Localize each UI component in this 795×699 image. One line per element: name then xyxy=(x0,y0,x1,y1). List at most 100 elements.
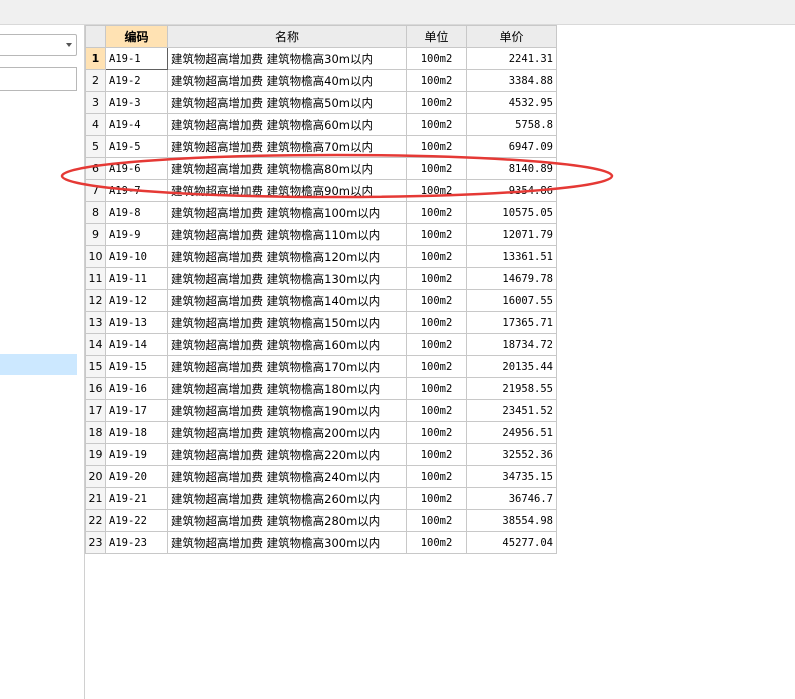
price-cell[interactable]: 14679.78 xyxy=(466,267,557,290)
price-cell[interactable]: 13361.51 xyxy=(466,245,557,268)
code-cell[interactable]: A19-8 xyxy=(105,201,168,224)
name-cell[interactable]: 建筑物超高增加费 建筑物檐高60m以内 xyxy=(167,113,407,136)
price-cell[interactable]: 6947.09 xyxy=(466,135,557,158)
table-row[interactable]: 9 A19-9 建筑物超高增加费 建筑物檐高110m以内 100m2 12071.79 xyxy=(85,223,557,246)
table-row[interactable]: 6 A19-6 建筑物超高增加费 建筑物檐高80m以内 100m2 8140.89 xyxy=(85,157,557,180)
name-cell[interactable]: 建筑物超高增加费 建筑物檐高50m以内 xyxy=(167,91,407,114)
row-number[interactable]: 9 xyxy=(85,223,106,246)
table-row[interactable]: 10 A19-10 建筑物超高增加费 建筑物檐高120m以内 100m2 13361.5… xyxy=(85,245,557,268)
unit-cell[interactable]: 100m2 xyxy=(406,487,467,510)
row-number[interactable]: 15 xyxy=(85,355,106,378)
table-row[interactable]: 11 A19-11 建筑物超高增加费 建筑物檐高130m以内 100m2 14679.7… xyxy=(85,267,557,290)
table-row[interactable]: 16 A19-16 建筑物超高增加费 建筑物檐高180m以内 100m2 21958.5… xyxy=(85,377,557,400)
name-cell[interactable]: 建筑物超高增加费 建筑物檐高280m以内 xyxy=(167,509,407,532)
name-cell[interactable]: 建筑物超高增加费 建筑物檐高30m以内 xyxy=(167,47,407,70)
name-cell[interactable]: 建筑物超高增加费 建筑物檐高90m以内 xyxy=(167,179,407,202)
code-cell[interactable]: A19-9 xyxy=(105,223,168,246)
code-cell[interactable]: A19-3 xyxy=(105,91,168,114)
table-row[interactable]: 2 A19-2 建筑物超高增加费 建筑物檐高40m以内 100m2 3384.88 xyxy=(85,69,557,92)
row-number[interactable]: 12 xyxy=(85,289,106,312)
price-cell[interactable]: 16007.55 xyxy=(466,289,557,312)
name-cell[interactable]: 建筑物超高增加费 建筑物檐高160m以内 xyxy=(167,333,407,356)
table-row[interactable]: 17 A19-17 建筑物超高增加费 建筑物檐高190m以内 100m2 23451.5… xyxy=(85,399,557,422)
code-cell[interactable]: A19-11 xyxy=(105,267,168,290)
unit-cell[interactable]: 100m2 xyxy=(406,91,467,114)
unit-cell[interactable]: 100m2 xyxy=(406,157,467,180)
code-cell[interactable]: A19-22 xyxy=(105,509,168,532)
price-cell[interactable]: 10575.05 xyxy=(466,201,557,224)
name-cell[interactable]: 建筑物超高增加费 建筑物檐高130m以内 xyxy=(167,267,407,290)
price-cell[interactable]: 20135.44 xyxy=(466,355,557,378)
row-number[interactable]: 7 xyxy=(85,179,106,202)
row-number[interactable]: 13 xyxy=(85,311,106,334)
unit-cell[interactable]: 100m2 xyxy=(406,399,467,422)
code-cell[interactable]: A19-6 xyxy=(105,157,168,180)
price-cell[interactable]: 24956.51 xyxy=(466,421,557,444)
name-cell[interactable]: 建筑物超高增加费 建筑物檐高200m以内 xyxy=(167,421,407,444)
unit-cell[interactable]: 100m2 xyxy=(406,223,467,246)
code-cell[interactable]: A19-19 xyxy=(105,443,168,466)
code-cell[interactable]: A19-7 xyxy=(105,179,168,202)
row-number[interactable]: 6 xyxy=(85,157,106,180)
column-header-code[interactable]: 编码 xyxy=(105,25,168,48)
code-cell[interactable]: A19-13 xyxy=(105,311,168,334)
price-cell[interactable]: 45277.04 xyxy=(466,531,557,554)
price-cell[interactable]: 38554.98 xyxy=(466,509,557,532)
name-cell[interactable]: 建筑物超高增加费 建筑物檐高300m以内 xyxy=(167,531,407,554)
column-header-unit[interactable]: 单位 xyxy=(406,25,467,48)
unit-cell[interactable]: 100m2 xyxy=(406,201,467,224)
price-cell[interactable]: 3384.88 xyxy=(466,69,557,92)
name-cell[interactable]: 建筑物超高增加费 建筑物檐高40m以内 xyxy=(167,69,407,92)
row-number[interactable]: 3 xyxy=(85,91,106,114)
search-input[interactable] xyxy=(0,67,77,91)
name-cell[interactable]: 建筑物超高增加费 建筑物檐高220m以内 xyxy=(167,443,407,466)
row-number[interactable]: 8 xyxy=(85,201,106,224)
row-number[interactable]: 16 xyxy=(85,377,106,400)
price-cell[interactable]: 23451.52 xyxy=(466,399,557,422)
price-cell[interactable]: 8140.89 xyxy=(466,157,557,180)
category-dropdown[interactable] xyxy=(0,34,77,56)
unit-cell[interactable]: 100m2 xyxy=(406,179,467,202)
row-number[interactable]: 4 xyxy=(85,113,106,136)
code-cell[interactable]: A19-16 xyxy=(105,377,168,400)
column-header-price[interactable]: 单价 xyxy=(466,25,557,48)
row-number[interactable]: 17 xyxy=(85,399,106,422)
code-cell[interactable]: A19-23 xyxy=(105,531,168,554)
unit-cell[interactable]: 100m2 xyxy=(406,69,467,92)
unit-cell[interactable]: 100m2 xyxy=(406,47,467,70)
table-row[interactable]: 23 A19-23 建筑物超高增加费 建筑物檐高300m以内 100m2 45277.0… xyxy=(85,531,557,554)
price-cell[interactable]: 9354.86 xyxy=(466,179,557,202)
table-row[interactable]: 4 A19-4 建筑物超高增加费 建筑物檐高60m以内 100m2 5758.8 xyxy=(85,113,557,136)
row-number[interactable]: 5 xyxy=(85,135,106,158)
code-cell[interactable]: A19-18 xyxy=(105,421,168,444)
name-cell[interactable]: 建筑物超高增加费 建筑物檐高100m以内 xyxy=(167,201,407,224)
unit-cell[interactable]: 100m2 xyxy=(406,135,467,158)
price-cell[interactable]: 5758.8 xyxy=(466,113,557,136)
code-cell[interactable]: A19-1 xyxy=(105,47,168,70)
unit-cell[interactable]: 100m2 xyxy=(406,113,467,136)
table-row[interactable]: 14 A19-14 建筑物超高增加费 建筑物檐高160m以内 100m2 18734.7… xyxy=(85,333,557,356)
name-cell[interactable]: 建筑物超高增加费 建筑物檐高150m以内 xyxy=(167,311,407,334)
price-cell[interactable]: 36746.7 xyxy=(466,487,557,510)
table-row[interactable]: 21 A19-21 建筑物超高增加费 建筑物檐高260m以内 100m2 36746.7 xyxy=(85,487,557,510)
unit-cell[interactable]: 100m2 xyxy=(406,443,467,466)
code-cell[interactable]: A19-14 xyxy=(105,333,168,356)
unit-cell[interactable]: 100m2 xyxy=(406,465,467,488)
price-cell[interactable]: 21958.55 xyxy=(466,377,557,400)
table-row[interactable]: 12 A19-12 建筑物超高增加费 建筑物檐高140m以内 100m2 16007.5… xyxy=(85,289,557,312)
price-cell[interactable]: 12071.79 xyxy=(466,223,557,246)
price-cell[interactable]: 18734.72 xyxy=(466,333,557,356)
corner-cell[interactable] xyxy=(85,25,106,48)
code-cell[interactable]: A19-5 xyxy=(105,135,168,158)
unit-cell[interactable]: 100m2 xyxy=(406,509,467,532)
unit-cell[interactable]: 100m2 xyxy=(406,421,467,444)
unit-cell[interactable]: 100m2 xyxy=(406,531,467,554)
selected-tree-item[interactable] xyxy=(0,354,77,375)
row-number[interactable]: 14 xyxy=(85,333,106,356)
table-row[interactable]: 20 A19-20 建筑物超高增加费 建筑物檐高240m以内 100m2 34735.1… xyxy=(85,465,557,488)
code-cell[interactable]: A19-21 xyxy=(105,487,168,510)
unit-cell[interactable]: 100m2 xyxy=(406,267,467,290)
name-cell[interactable]: 建筑物超高增加费 建筑物檐高120m以内 xyxy=(167,245,407,268)
name-cell[interactable]: 建筑物超高增加费 建筑物檐高180m以内 xyxy=(167,377,407,400)
row-number[interactable]: 2 xyxy=(85,69,106,92)
